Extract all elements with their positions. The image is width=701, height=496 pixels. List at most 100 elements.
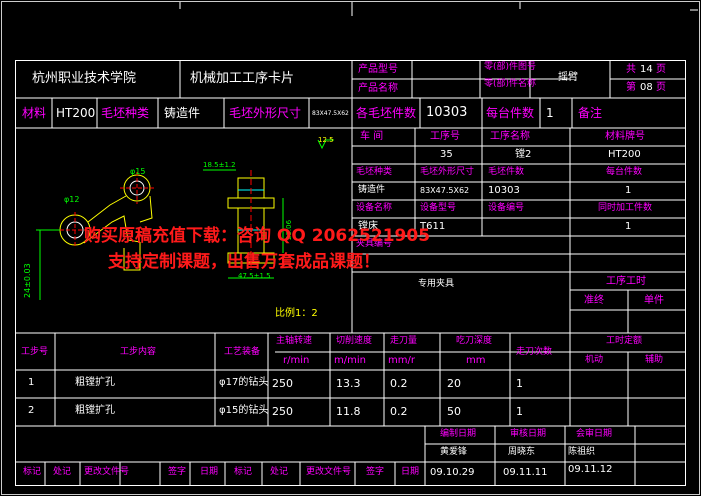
total-pages-unit: 页 bbox=[656, 64, 666, 75]
col-speed: 切削速度 bbox=[336, 336, 373, 346]
footer-label: 签字 bbox=[168, 467, 187, 477]
step-speed: 13.3 bbox=[336, 377, 361, 390]
card-title: 机械加工工序卡片 bbox=[190, 71, 295, 86]
op-hours-label: 工序工时 bbox=[606, 276, 646, 287]
part-name-value: 摇臂 bbox=[558, 72, 578, 83]
roughness-symbol: 12.5 bbox=[318, 136, 334, 144]
remark-label: 备注 bbox=[578, 106, 603, 120]
fixture-value: 专用夹具 bbox=[418, 279, 455, 289]
blanks-count-value: 10303 bbox=[426, 105, 468, 120]
blank-type-value: 铸造件 bbox=[164, 106, 201, 120]
step-content: 粗镗扩孔 bbox=[75, 405, 115, 416]
equip-no-label: 设备编号 bbox=[488, 203, 525, 213]
part-no-label: 零(部)件图号 bbox=[484, 62, 537, 72]
workshop-label: 车 间 bbox=[360, 131, 384, 142]
col-time-quota: 工时定额 bbox=[606, 336, 643, 346]
equip-name-label: 设备名称 bbox=[356, 203, 393, 213]
blank-kind-value: 铸造件 bbox=[358, 185, 386, 195]
approve-date-label: 会审日期 bbox=[576, 429, 613, 439]
step-feed: 0.2 bbox=[390, 405, 408, 418]
blank-dim-label: 毛坯外形尺寸 bbox=[420, 167, 475, 177]
footer-label: 更改文件号 bbox=[306, 467, 352, 477]
unit-label: 单件 bbox=[644, 295, 664, 306]
col-speed-unit: m/min bbox=[334, 355, 366, 366]
footer-label: 处记 bbox=[270, 467, 289, 477]
review-date: 09.11.11 bbox=[503, 467, 548, 478]
col-spindle: 主轴转速 bbox=[276, 336, 313, 346]
design-date-label: 编制日期 bbox=[440, 429, 477, 439]
product-name-label: 产品名称 bbox=[358, 83, 398, 94]
col-passes: 走刀次数 bbox=[516, 347, 553, 357]
step-speed: 11.8 bbox=[336, 405, 361, 418]
scale-label: 比例1：2 bbox=[275, 308, 318, 319]
op-name-value: 镗2 bbox=[515, 149, 532, 160]
per-set-label: 每台件数 bbox=[606, 167, 643, 177]
op-name-label: 工序名称 bbox=[490, 131, 530, 142]
col-depth: 吃刀深度 bbox=[456, 336, 493, 346]
school-name: 杭州职业技术学院 bbox=[32, 71, 137, 86]
col-feed-unit: mm/r bbox=[388, 355, 415, 366]
step-spindle: 250 bbox=[272, 405, 293, 418]
material-no-label: 材料牌号 bbox=[605, 131, 645, 142]
total-pages-label: 共 bbox=[626, 64, 636, 75]
per-set-value: 1 bbox=[625, 185, 632, 196]
blank-size-value: 83X47.5X62 bbox=[312, 110, 349, 117]
footer-label: 签字 bbox=[366, 467, 385, 477]
step-feed: 0.2 bbox=[390, 377, 408, 390]
page-value: 08 bbox=[640, 82, 653, 93]
col-equipment: 工艺装备 bbox=[224, 347, 261, 357]
material-label: 材料 bbox=[22, 106, 47, 120]
watermark-line2: 支持定制课题，出售万套成品课题！ bbox=[108, 252, 380, 272]
per-unit-value: 1 bbox=[546, 106, 554, 120]
step-equip: φ15的钻头 bbox=[219, 405, 269, 416]
blank-dim-value: 83X47.5X62 bbox=[420, 186, 470, 195]
blank-size-label: 毛坯外形尺寸 bbox=[229, 106, 302, 120]
dim-phi15: φ15 bbox=[130, 167, 146, 176]
per-unit-label: 每台件数 bbox=[486, 106, 535, 120]
part-name-label: 零(部)件名称 bbox=[484, 79, 537, 89]
equip-model-label: 设备型号 bbox=[420, 203, 457, 213]
total-pages-value: 14 bbox=[640, 64, 653, 75]
col-step-content: 工步内容 bbox=[120, 347, 157, 357]
review-date-label: 审核日期 bbox=[510, 429, 547, 439]
dim-phi12: φ12 bbox=[64, 195, 80, 204]
watermark-line1: 购买原稿充值下载：咨询 QQ 2062521905 bbox=[84, 226, 431, 246]
prep-label: 准终 bbox=[584, 295, 604, 306]
dim-bottom: 47.5±1.5 bbox=[238, 272, 271, 280]
footer-label: 标记 bbox=[23, 467, 42, 477]
step-equip: φ17的钻头 bbox=[219, 377, 269, 388]
blanks-count-label: 各毛坯件数 bbox=[356, 106, 417, 120]
dim-left: 24±0.03 bbox=[23, 263, 32, 298]
op-no-value: 35 bbox=[440, 149, 453, 160]
designer-name: 黄爱锋 bbox=[440, 447, 468, 457]
step-passes: 1 bbox=[516, 405, 523, 418]
col-spindle-unit: r/min bbox=[283, 355, 310, 366]
col-depth-unit: mm bbox=[466, 355, 486, 366]
page-unit: 页 bbox=[656, 82, 666, 93]
step-spindle: 250 bbox=[272, 377, 293, 390]
concurrent-value: 1 bbox=[625, 221, 632, 232]
dim-top: 18.5±1.2 bbox=[203, 161, 236, 169]
col-machine: 机动 bbox=[585, 355, 604, 365]
step-passes: 1 bbox=[516, 377, 523, 390]
product-model-label: 产品型号 bbox=[358, 64, 398, 75]
footer-label: 日期 bbox=[200, 467, 219, 477]
concurrent-label: 同时加工件数 bbox=[598, 203, 653, 213]
col-feed: 走刀量 bbox=[390, 336, 418, 346]
step-no: 1 bbox=[28, 377, 35, 388]
reviewer-name: 周晓东 bbox=[508, 447, 536, 457]
step-depth: 50 bbox=[447, 405, 461, 418]
col-aux: 辅助 bbox=[645, 355, 664, 365]
footer-label: 更改文件号 bbox=[84, 467, 130, 477]
step-content: 粗镗扩孔 bbox=[75, 377, 115, 388]
page-label: 第 bbox=[626, 82, 636, 93]
process-card: 杭州职业技术学院 机械加工工序卡片 产品型号 产品名称 零(部)件图号 零(部)… bbox=[0, 0, 701, 496]
blank-pieces-value: 10303 bbox=[488, 185, 520, 196]
op-no-label: 工序号 bbox=[430, 131, 460, 142]
approver-name: 陈祖织 bbox=[568, 447, 596, 457]
design-date: 09.10.29 bbox=[430, 467, 475, 478]
step-depth: 20 bbox=[447, 377, 461, 390]
blank-pieces-label: 毛坯件数 bbox=[488, 167, 525, 177]
footer-label: 标记 bbox=[234, 467, 253, 477]
approve-date: 09.11.12 bbox=[568, 464, 613, 475]
